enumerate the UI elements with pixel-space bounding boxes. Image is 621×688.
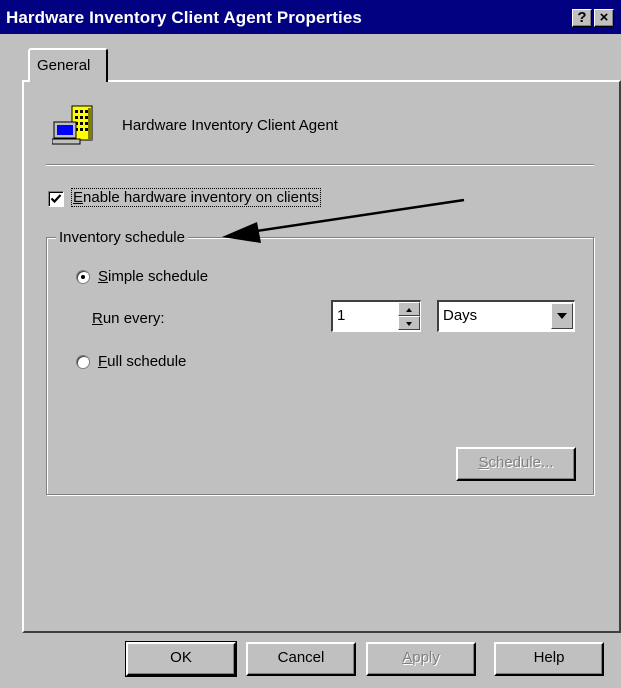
button-label: pply <box>412 649 440 666</box>
label-text: un every: <box>102 310 165 327</box>
run-every-label: Run every: <box>92 310 165 327</box>
run-every-spinner[interactable]: 1 <box>331 300 421 332</box>
full-schedule-label[interactable]: Full schedule <box>98 353 186 370</box>
full-schedule-radio[interactable] <box>76 355 90 369</box>
enable-inventory-checkbox[interactable] <box>48 191 64 207</box>
help-button[interactable]: Help <box>494 642 604 676</box>
arrow-up-icon <box>406 308 412 312</box>
button-label: chedule... <box>488 454 554 471</box>
title-bar[interactable]: Hardware Inventory Client Agent Properti… <box>0 0 621 34</box>
radio-dot <box>81 275 85 279</box>
label-text: imple schedule <box>108 268 209 285</box>
label-text: ull schedule <box>107 353 187 370</box>
access-key: F <box>98 353 108 370</box>
interval-unit-select[interactable]: Days <box>437 300 575 332</box>
label-text: nable hardware inventory on clients <box>83 189 319 206</box>
simple-schedule-radio[interactable] <box>76 270 90 284</box>
spin-down-button[interactable] <box>398 316 420 330</box>
access-key: S <box>98 268 109 285</box>
access-key: S <box>478 454 489 471</box>
schedule-button[interactable]: Schedule... <box>456 447 576 481</box>
dropdown-button[interactable] <box>551 303 573 329</box>
ok-button[interactable]: OK <box>125 641 237 677</box>
access-key: E <box>73 189 84 206</box>
window-title: Hardware Inventory Client Agent Properti… <box>6 8 362 27</box>
cancel-button[interactable]: Cancel <box>246 642 356 676</box>
access-key: R <box>92 310 103 327</box>
chevron-down-icon <box>557 313 567 319</box>
inventory-schedule-legend: Inventory schedule <box>56 229 188 246</box>
tab-general-label: General <box>37 57 91 74</box>
client-agent-icon <box>52 105 93 145</box>
properties-dialog: Hardware Inventory Client Agent Properti… <box>0 0 621 688</box>
help-title-button[interactable]: ? <box>572 9 592 27</box>
arrow-down-icon <box>406 322 412 326</box>
spinner-buttons <box>398 302 420 331</box>
apply-button[interactable]: Apply <box>366 642 476 676</box>
agent-name-label: Hardware Inventory Client Agent <box>122 117 338 134</box>
separator <box>46 164 594 166</box>
run-every-value[interactable]: 1 <box>337 307 345 324</box>
checkmark-icon <box>50 194 62 204</box>
enable-inventory-label[interactable]: Enable hardware inventory on clients <box>71 188 321 207</box>
tab-general[interactable]: General <box>28 48 108 82</box>
access-key: A <box>402 649 413 666</box>
simple-schedule-label[interactable]: Simple schedule <box>98 268 208 285</box>
spin-up-button[interactable] <box>398 302 420 316</box>
interval-unit-value: Days <box>443 307 478 324</box>
close-title-button[interactable]: × <box>594 9 614 27</box>
